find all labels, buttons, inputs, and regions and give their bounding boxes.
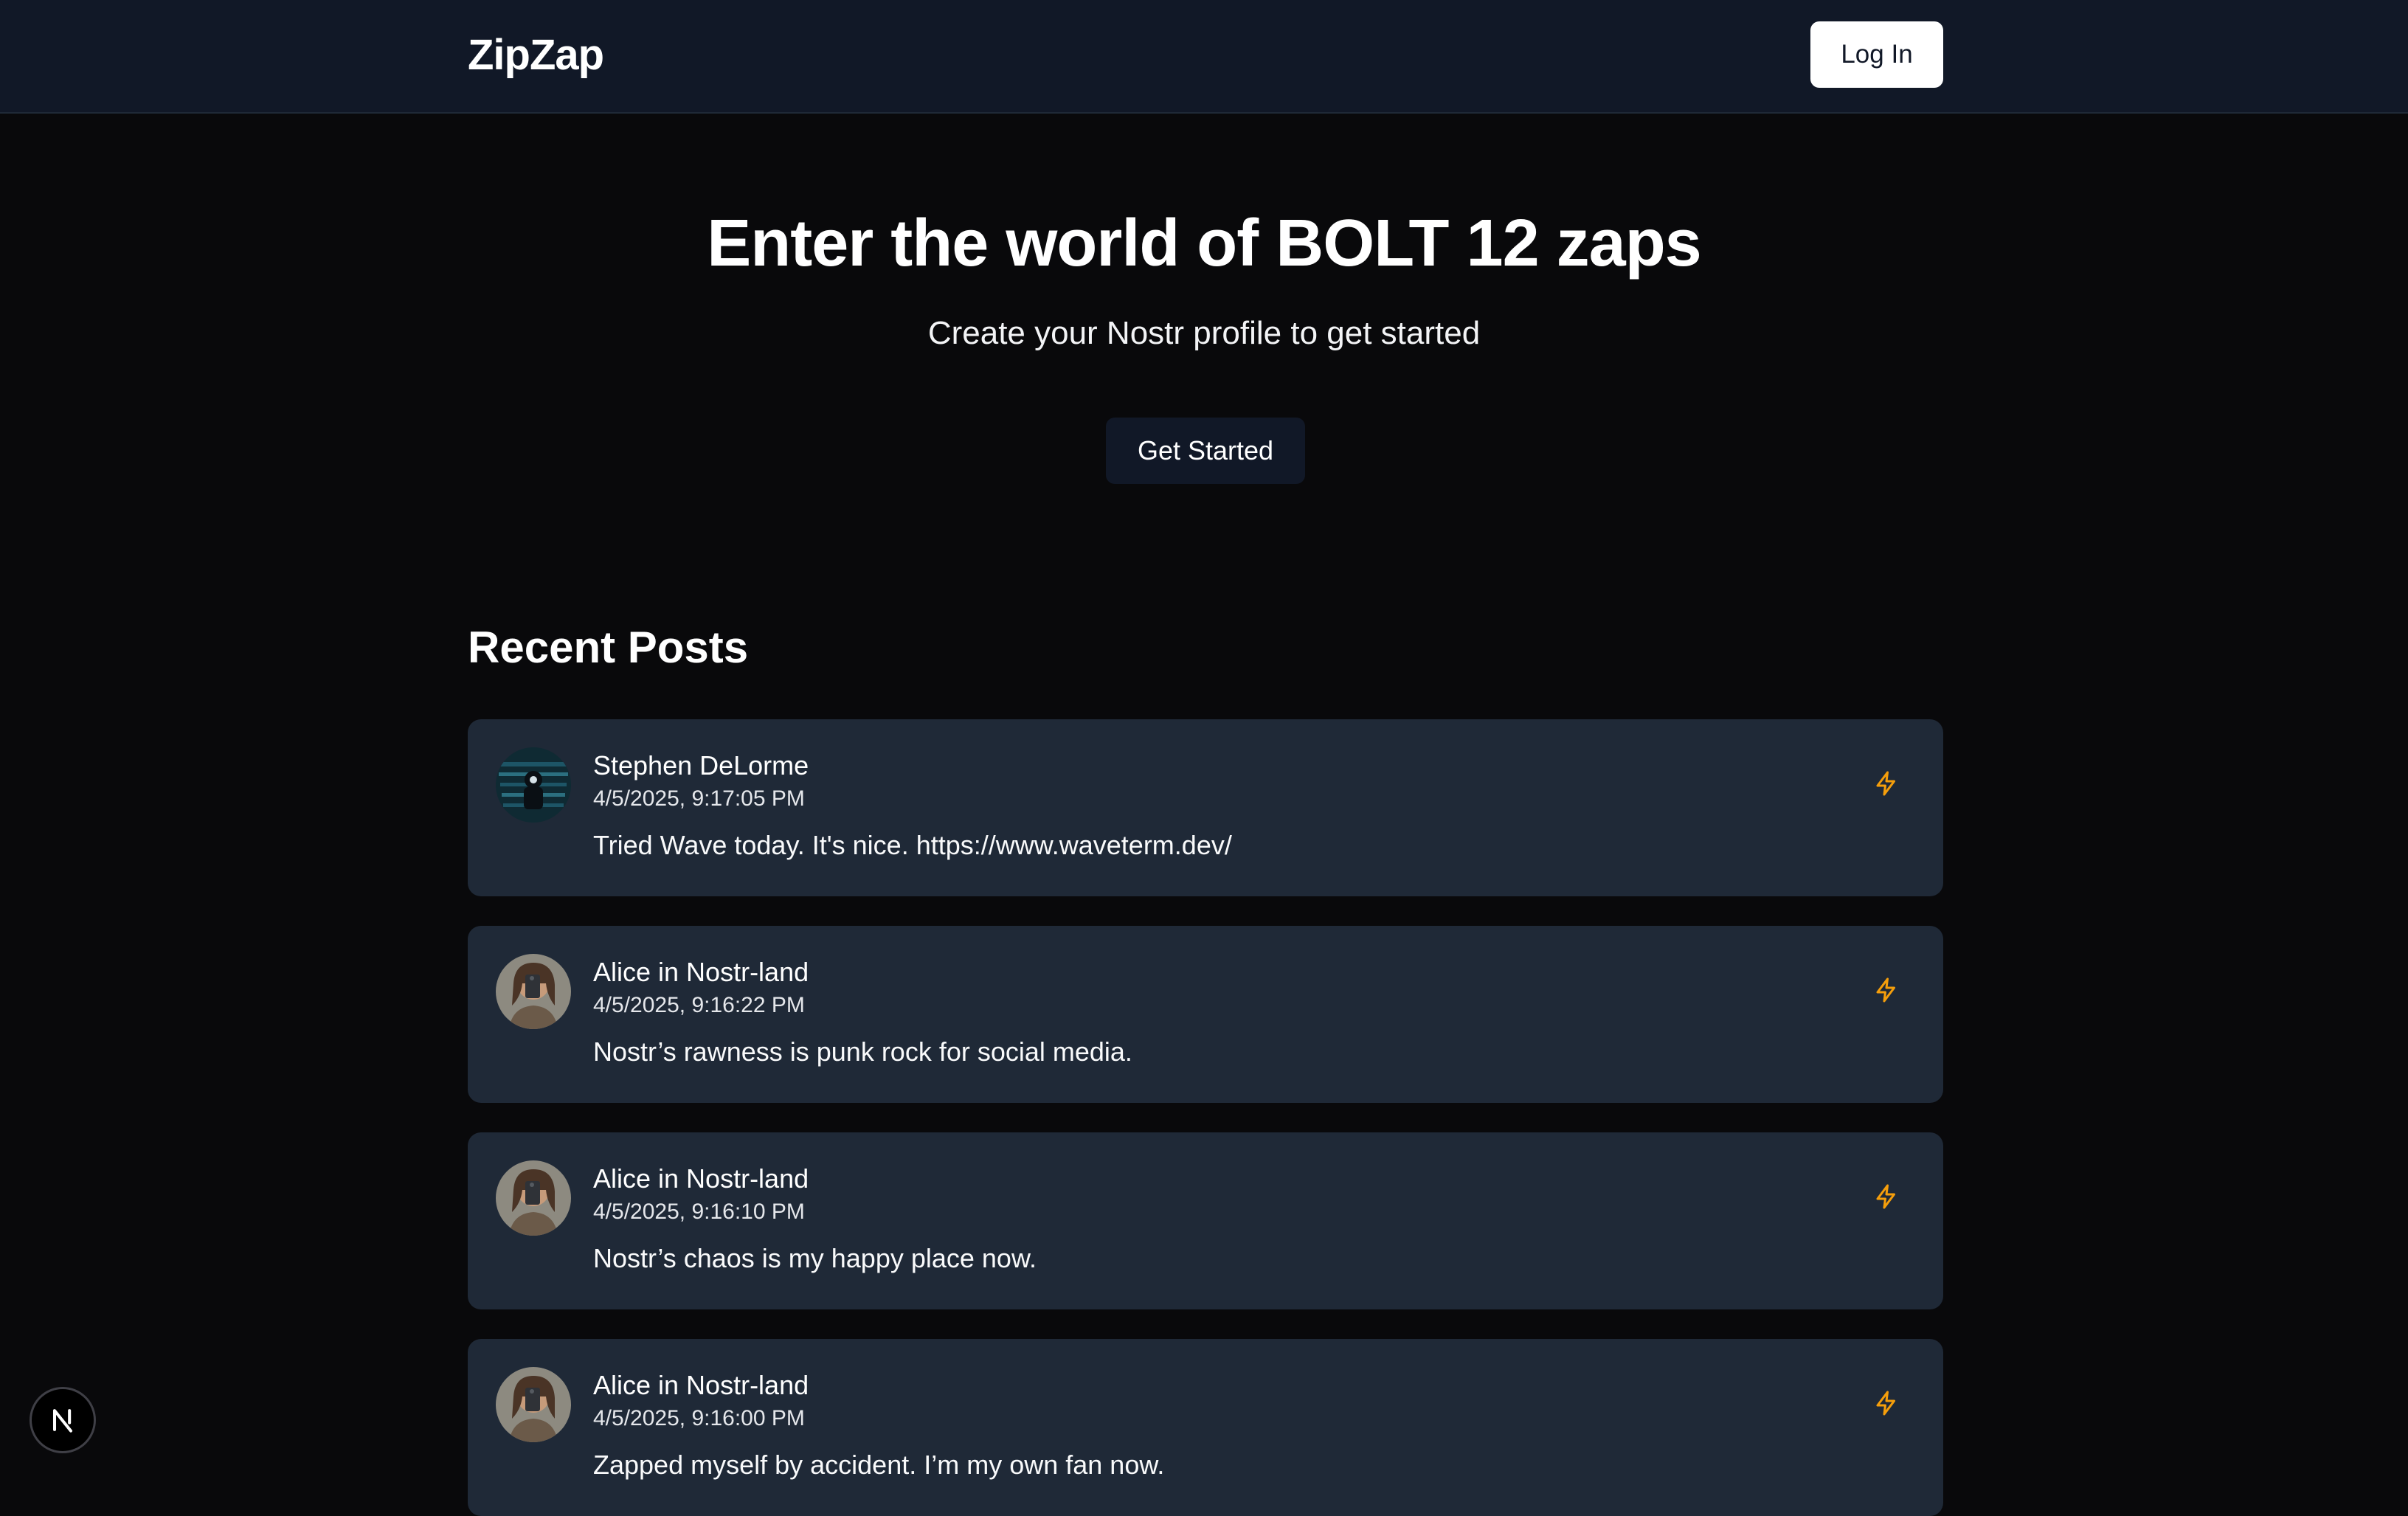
lightning-bolt-icon [1876, 771, 1895, 796]
get-started-button[interactable]: Get Started [1106, 418, 1305, 484]
hero-title: Enter the world of BOLT 12 zaps [707, 207, 1701, 280]
zap-button[interactable] [1861, 1377, 1912, 1429]
post-author: Alice in Nostr-land [593, 1370, 809, 1400]
post-author: Alice in Nostr-land [593, 957, 809, 987]
avatar[interactable] [496, 747, 571, 823]
nextjs-devtools-button[interactable] [30, 1387, 96, 1453]
nextjs-logo-icon [52, 1409, 73, 1433]
zap-button[interactable] [1861, 1171, 1912, 1222]
post-card: Stephen DeLorme 4/5/2025, 9:17:05 PM Tri… [468, 719, 1943, 896]
post-content: Nostr’s chaos is my happy place now. [593, 1243, 1037, 1273]
post-timestamp: 4/5/2025, 9:17:05 PM [593, 786, 805, 811]
login-button[interactable]: Log In [1810, 21, 1943, 88]
lightning-bolt-icon [1876, 977, 1895, 1003]
post-card: Alice in Nostr-land 4/5/2025, 9:16:22 PM… [468, 926, 1943, 1103]
lightning-bolt-icon [1876, 1391, 1895, 1416]
post-card: Alice in Nostr-land 4/5/2025, 9:16:10 PM… [468, 1132, 1943, 1309]
avatar[interactable] [496, 1160, 571, 1236]
zap-button[interactable] [1861, 964, 1912, 1016]
post-author: Stephen DeLorme [593, 750, 809, 781]
post-content: Nostr’s rawness is punk rock for social … [593, 1036, 1132, 1067]
avatar[interactable] [496, 954, 571, 1029]
avatar[interactable] [496, 1367, 571, 1442]
brand-logo[interactable]: ZipZap [468, 28, 604, 83]
navbar: ZipZap Log In [0, 0, 2408, 114]
post-timestamp: 4/5/2025, 9:16:22 PM [593, 993, 805, 1017]
post-timestamp: 4/5/2025, 9:16:00 PM [593, 1406, 805, 1430]
hero-subtitle: Create your Nostr profile to get started [927, 315, 1481, 351]
post-card: Alice in Nostr-land 4/5/2025, 9:16:00 PM… [468, 1339, 1943, 1516]
post-content: Tried Wave today. It's nice. https://www… [593, 830, 1232, 860]
post-author: Alice in Nostr-land [593, 1163, 809, 1194]
recent-posts-heading: Recent Posts [468, 623, 749, 672]
zap-button[interactable] [1861, 758, 1912, 809]
post-content: Zapped myself by accident. I’m my own fa… [593, 1450, 1165, 1480]
lightning-bolt-icon [1876, 1184, 1895, 1209]
post-timestamp: 4/5/2025, 9:16:10 PM [593, 1200, 805, 1224]
